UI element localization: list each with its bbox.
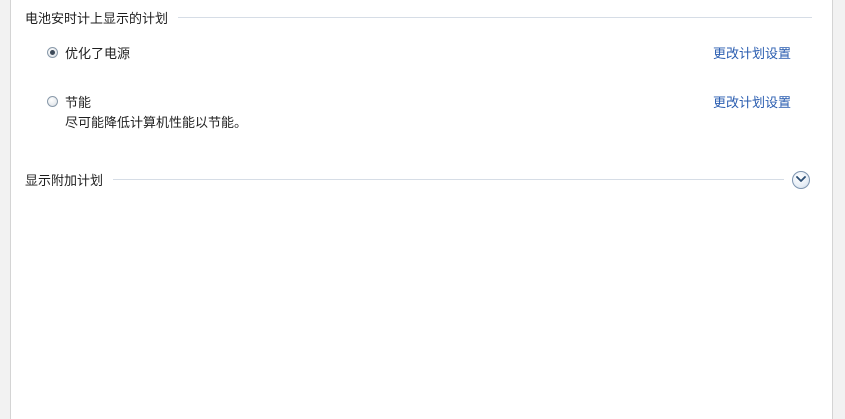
plan-power-saver-description: 尽可能降低计算机性能以节能。: [65, 116, 248, 131]
chevron-down-icon: [796, 176, 806, 182]
plans-group-title: 电池安时计上显示的计划: [25, 12, 169, 27]
plan-balanced-change-settings-link[interactable]: 更改计划设置: [713, 43, 791, 62]
plan-balanced-row: 优化了电源 更改计划设置: [47, 42, 791, 62]
plan-power-saver-radio[interactable]: [47, 95, 58, 107]
group-divider: [178, 17, 812, 18]
additional-plans-header[interactable]: 显示附加计划: [25, 170, 810, 189]
group-divider: [113, 179, 784, 180]
plan-power-saver-row: 节能 更改计划设置: [47, 91, 791, 111]
power-plans-panel: 电池安时计上显示的计划 优化了电源 更改计划设置 节能 更改计划设置 尽可能降低…: [10, 0, 833, 419]
plan-balanced-radio[interactable]: [47, 46, 58, 58]
plan-power-saver-name[interactable]: 节能: [65, 92, 91, 111]
plans-group-header: 电池安时计上显示的计划: [25, 8, 812, 27]
plan-power-saver: 节能 更改计划设置 尽可能降低计算机性能以节能。: [47, 91, 791, 131]
plan-balanced: 优化了电源 更改计划设置: [47, 42, 791, 62]
plan-balanced-name[interactable]: 优化了电源: [65, 43, 130, 62]
expand-additional-plans-button[interactable]: [792, 170, 810, 189]
additional-plans-title[interactable]: 显示附加计划: [25, 170, 103, 189]
plan-power-saver-change-settings-link[interactable]: 更改计划设置: [713, 92, 791, 111]
